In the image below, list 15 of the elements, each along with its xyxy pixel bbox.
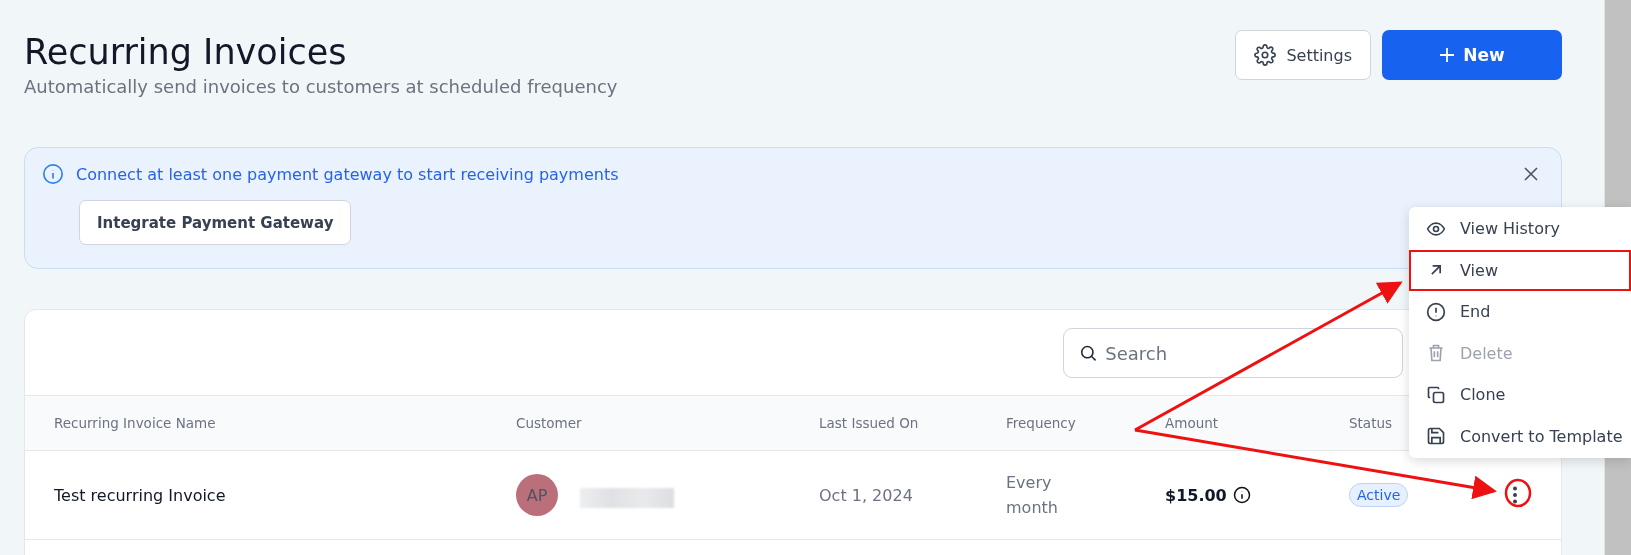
column-header: Last Issued On [819,415,920,431]
column-header: Customer [516,415,583,431]
page-title: Recurring Invoices [24,31,348,74]
column-header: Amount [1165,415,1220,431]
amount: $15.00 [1165,485,1227,505]
banner-message: Connect at least one payment gateway to start receiving payments [76,164,620,184]
column-header: Status [1349,415,1394,431]
column-header: Frequency [1006,415,1077,431]
page-subtitle: Automatically send invoices to customers at scheduled frequency [24,76,618,97]
invoice-name: Test recurring Invoice [54,485,227,505]
table-cell-text: Oct 1, 2024 [819,485,914,505]
status-badge: Active [1349,483,1409,507]
avatar: AP [516,474,558,516]
table-cell-text: Every month [1006,472,1059,519]
column-header: Recurring Invoice Name [54,415,217,431]
